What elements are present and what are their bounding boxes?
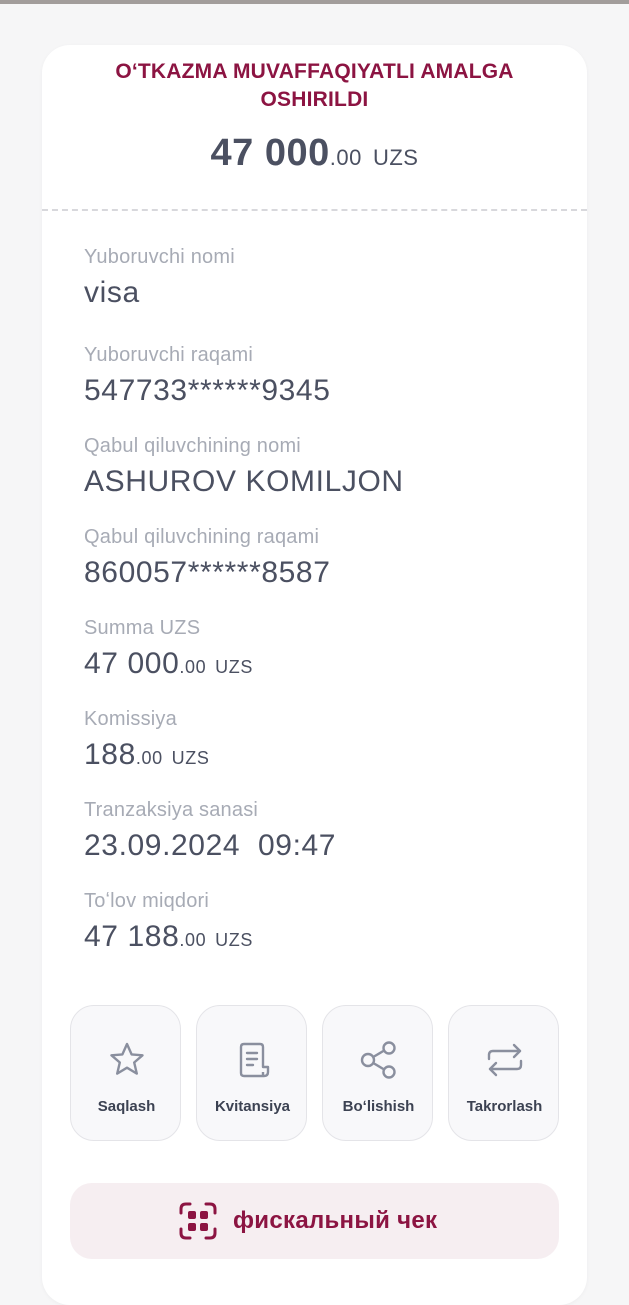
total-label: Toʻlov miqdori [84, 890, 210, 912]
repeat-button[interactable]: Takrorlash [448, 1005, 559, 1141]
receiver-name-value: ASHUROV KOMILJON [84, 465, 404, 498]
fee-integer: 188 [84, 738, 136, 771]
sum-value: 47 000.00 UZS [84, 646, 554, 685]
amount-integer: 47 000 [210, 132, 330, 174]
sum-field: Summa UZS 47 000.00 UZS [84, 616, 554, 685]
receipt-button[interactable]: Kvitansiya [196, 1005, 307, 1141]
total-value: 47 188.00 UZS [84, 919, 554, 958]
sum-currency: UZS [215, 657, 253, 677]
fee-decimal: .00 [135, 748, 163, 768]
share-button[interactable]: Boʻlishish [322, 1005, 433, 1141]
share-icon [358, 1039, 400, 1081]
sender-number-label: Yuboruvchi raqami [84, 344, 254, 366]
qr-scan-icon [178, 1201, 218, 1241]
sum-decimal: .00 [179, 657, 207, 677]
receipt-label: Kvitansiya [214, 1098, 291, 1115]
fee-value: 188.00 UZS [84, 737, 554, 776]
total-integer: 47 188 [84, 920, 180, 953]
total-currency: UZS [215, 930, 253, 950]
sum-integer: 47 000 [84, 647, 180, 680]
receiver-number-label: Qabul qiluvchining raqami [84, 526, 320, 548]
transfer-receipt-card: OʻTKAZMA MUVAFFAQIYATLI AMALGA OSHIRILDI… [42, 45, 587, 1305]
amount-currency: UZS [372, 145, 419, 170]
sender-number-value: 547733******9345 [84, 374, 331, 407]
total-field: Toʻlov miqdori 47 188.00 UZS [84, 889, 554, 958]
fee-currency: UZS [171, 748, 210, 768]
total-decimal: .00 [179, 930, 207, 950]
receiver-number-field: Qabul qiluvchining raqami 860057******85… [84, 525, 554, 591]
save-label: Saqlash [97, 1098, 156, 1115]
amount-decimal: .00 [329, 145, 362, 170]
transfer-amount: 47 000.00 UZS [42, 132, 587, 175]
fiscal-receipt-button[interactable]: фискальный чек [70, 1183, 559, 1259]
fee-label: Komissiya [84, 708, 177, 730]
fiscal-receipt-label: фискальный чек [233, 1207, 438, 1234]
share-label: Boʻlishish [342, 1098, 415, 1115]
repeat-label: Takrorlash [466, 1098, 543, 1115]
save-button[interactable]: Saqlash [70, 1005, 181, 1141]
dashed-divider [42, 209, 587, 211]
action-buttons: Saqlash Kvitansiya Boʻlishish Takrorlash [70, 1005, 559, 1141]
receipt-header: OʻTKAZMA MUVAFFAQIYATLI AMALGA OSHIRILDI… [42, 45, 587, 211]
top-edge-bar [0, 0, 629, 4]
sender-name-field: Yuboruvchi nomi visa [84, 245, 554, 311]
star-icon [106, 1039, 148, 1081]
sender-name-label: Yuboruvchi nomi [84, 246, 235, 268]
receiver-name-label: Qabul qiluvchining nomi [84, 435, 301, 457]
receiver-number-value: 860057******8587 [84, 556, 331, 589]
date-label: Tranzaksiya sanasi [84, 799, 259, 821]
receiver-name-field: Qabul qiluvchining nomi ASHUROV KOMILJON [84, 434, 554, 500]
sum-label: Summa UZS [84, 617, 201, 639]
success-title: OʻTKAZMA MUVAFFAQIYATLI AMALGA OSHIRILDI [115, 60, 514, 111]
receipt-icon [232, 1039, 274, 1081]
sender-number-field: Yuboruvchi raqami 547733******9345 [84, 343, 554, 409]
date-value: 23.09.2024 09:47 [84, 829, 337, 862]
fee-field: Komissiya 188.00 UZS [84, 707, 554, 776]
repeat-icon [484, 1039, 526, 1081]
sender-name-value: visa [84, 276, 140, 309]
date-field: Tranzaksiya sanasi 23.09.2024 09:47 [84, 798, 554, 864]
